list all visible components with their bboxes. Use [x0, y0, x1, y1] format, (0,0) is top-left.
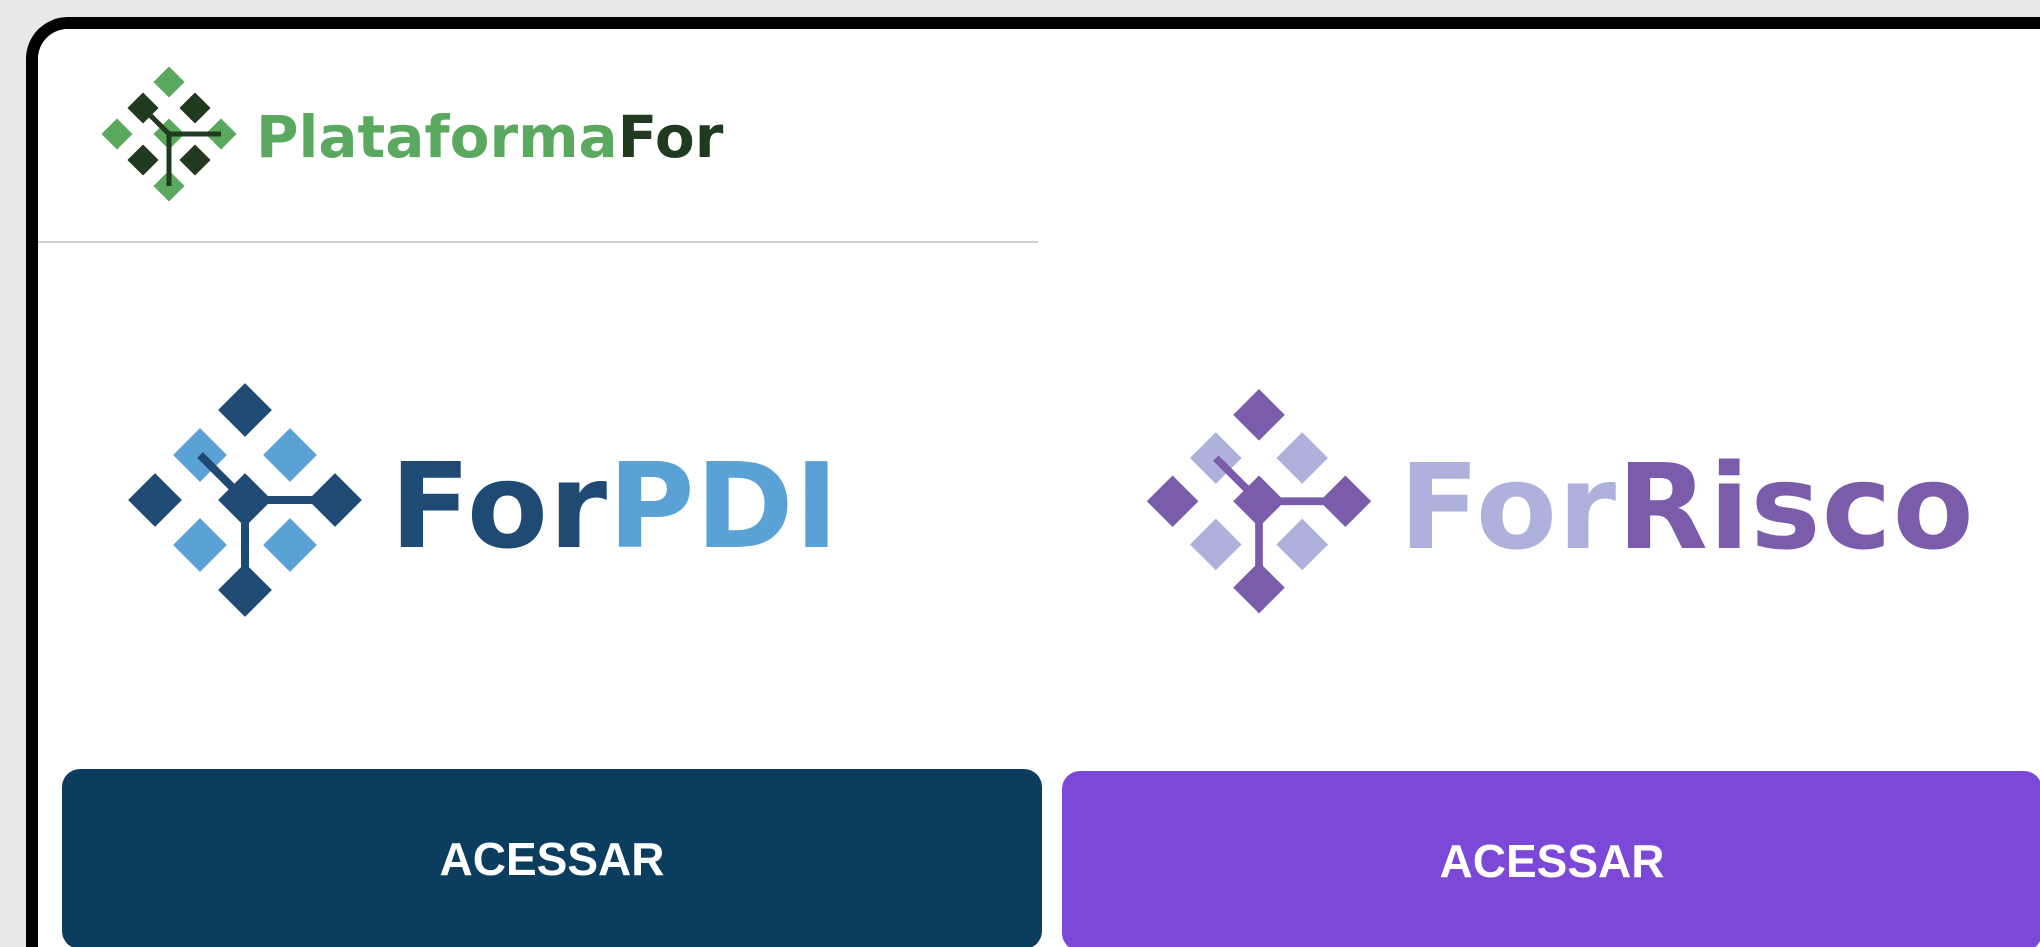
diamond-cluster-icon — [1146, 389, 1372, 614]
forrisco-name: ForRisco — [1399, 438, 1975, 576]
brand-name-part2: For — [617, 103, 724, 171]
forrisco-name-part2: Risco — [1617, 438, 1975, 576]
forpdi-name: ForPDI — [390, 437, 839, 575]
brand-name: PlataformaFor — [256, 103, 723, 171]
diamond-cluster-icon — [128, 383, 362, 617]
header: PlataformaFor — [38, 29, 2040, 241]
diamond-cluster-icon — [101, 67, 237, 202]
forrisco-logo: ForRisco — [1139, 387, 1975, 627]
forpdi-name-part1: For — [390, 437, 609, 575]
forrisco-access-button[interactable]: ACESSAR — [1062, 771, 2040, 947]
forpdi-logo: ForPDI — [120, 381, 839, 631]
header-divider — [38, 241, 1038, 243]
app-window: PlataformaFor ForPDI ForRisco ACESSAR AC… — [26, 17, 2040, 947]
brand-name-part1: Plataforma — [256, 103, 618, 171]
forrisco-name-part1: For — [1399, 438, 1618, 576]
forpdi-access-button[interactable]: ACESSAR — [62, 769, 1042, 947]
plataformafor-logo[interactable]: PlataformaFor — [96, 67, 723, 207]
forpdi-name-part2: PDI — [608, 437, 840, 575]
